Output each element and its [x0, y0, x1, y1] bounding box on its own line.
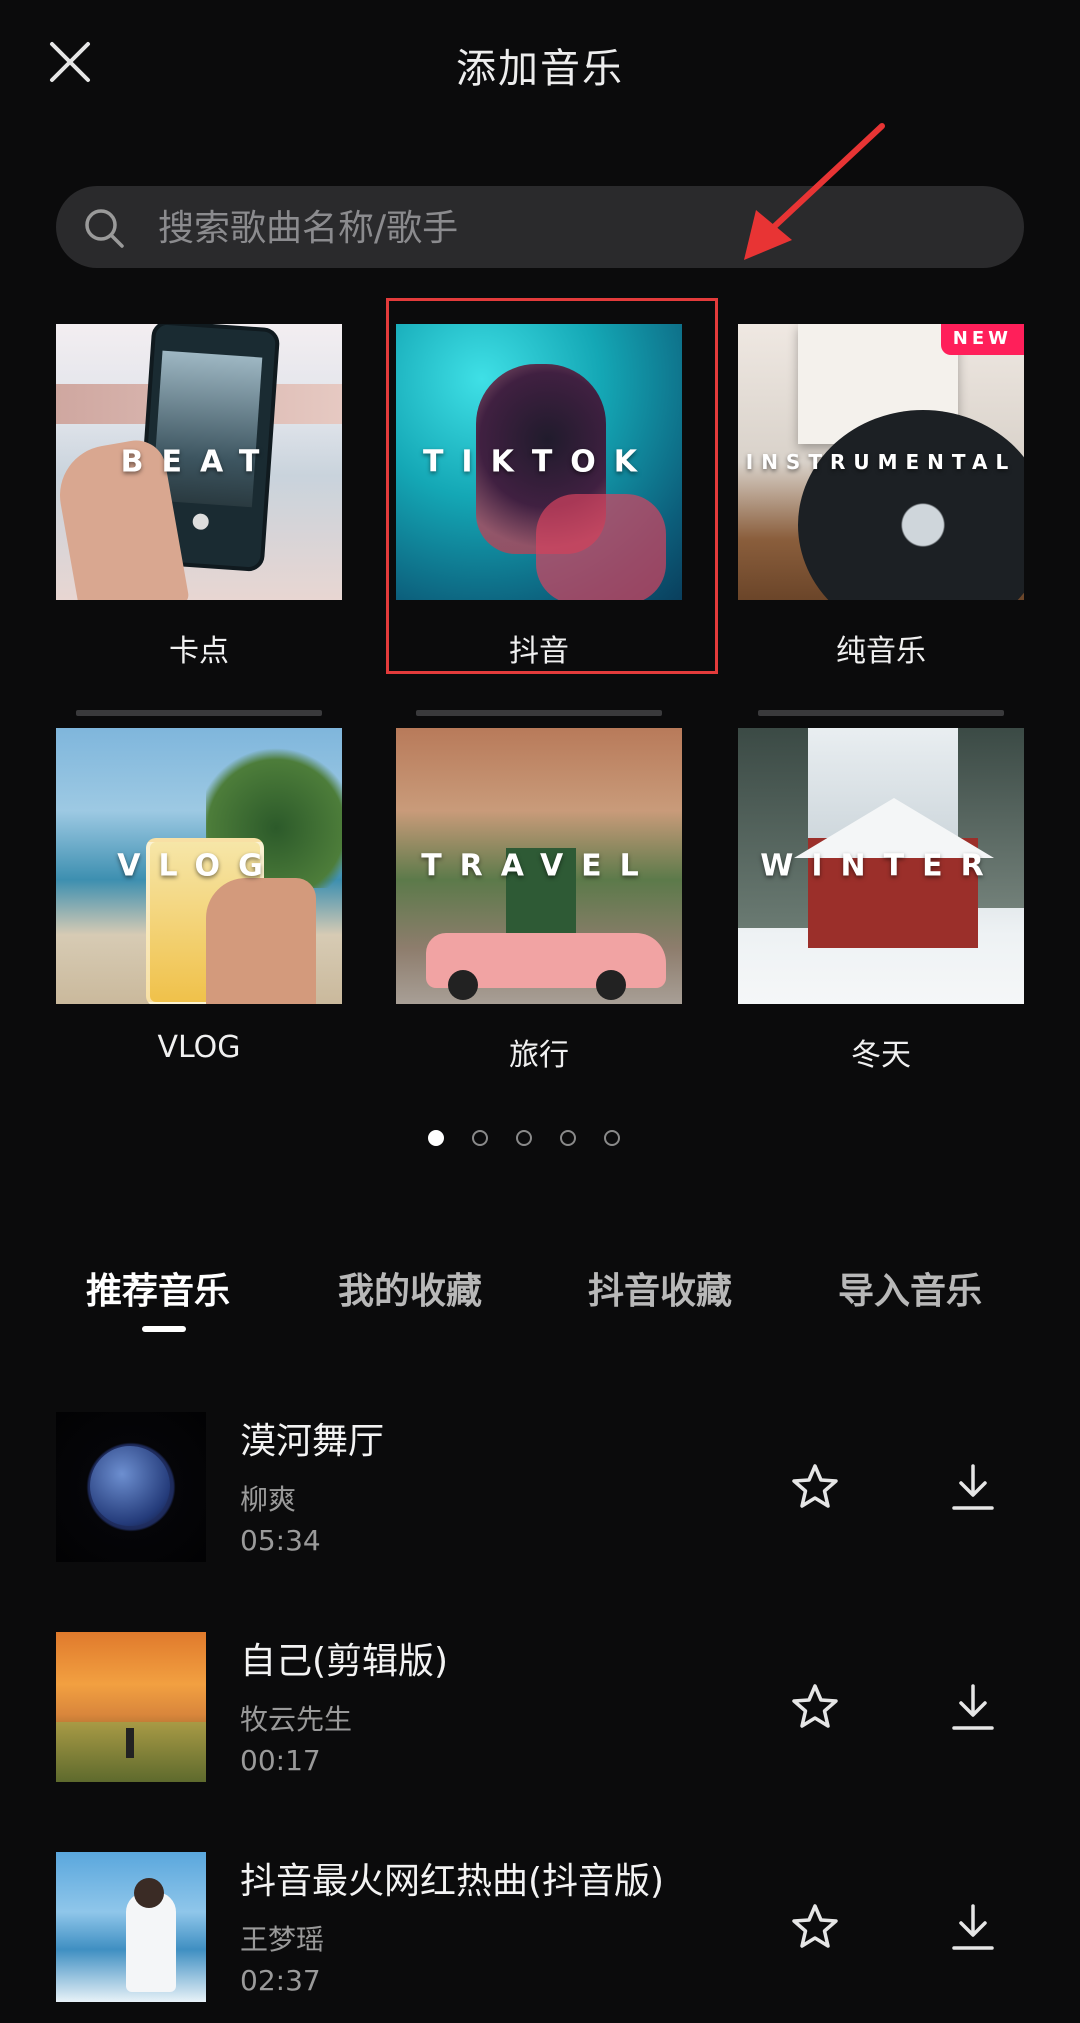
song-row[interactable]: 抖音最火网红热曲(抖音版) 王梦瑶 02:37 [0, 1852, 1080, 2002]
stack-edge [758, 710, 1004, 716]
tab-recommended[interactable]: 推荐音乐 [86, 1262, 230, 1314]
category-winter[interactable]: WINTER 冬天 [738, 728, 1024, 1074]
song-artist: 牧云先生 [240, 1703, 353, 1736]
song-title: 自己(剪辑版) [240, 1641, 449, 1682]
search-icon [85, 209, 124, 248]
pager-dot[interactable] [560, 1130, 576, 1146]
category-thumbnail: INSTRUMENTAL NEW [738, 324, 1024, 600]
song-title: 抖音最火网红热曲(抖音版) [240, 1861, 665, 1902]
category-label: 冬天 [851, 1038, 911, 1073]
category-overlay-text: WINTER [760, 848, 1002, 884]
stack-edge [76, 710, 322, 716]
song-duration: 05:34 [240, 1524, 321, 1557]
active-tab-indicator [142, 1326, 186, 1332]
category-overlay-text: VLOG [117, 848, 281, 884]
category-vlog[interactable]: VLOG VLOG [56, 728, 342, 1065]
category-label: 抖音 [509, 634, 569, 669]
category-thumbnail: WINTER [738, 728, 1024, 1004]
download-icon[interactable] [948, 1462, 998, 1512]
song-title: 漠河舞厅 [240, 1421, 385, 1462]
header: 添加音乐 [0, 0, 1080, 130]
song-duration: 00:17 [240, 1744, 321, 1777]
category-instrumental[interactable]: INSTRUMENTAL NEW 纯音乐 [738, 324, 1024, 670]
star-icon[interactable] [790, 1462, 840, 1512]
song-cover [56, 1852, 206, 2002]
category-label: 卡点 [169, 634, 229, 669]
song-row[interactable]: 漠河舞厅 柳爽 05:34 [0, 1412, 1080, 1562]
red-arrow-annotation [744, 123, 885, 260]
category-label: 纯音乐 [836, 634, 926, 669]
category-travel[interactable]: TRAVEL 旅行 [396, 728, 682, 1074]
category-label: 旅行 [509, 1038, 569, 1073]
category-overlay-text: INSTRUMENTAL [745, 450, 1017, 474]
tab-favorites[interactable]: 我的收藏 [338, 1262, 482, 1314]
song-cover [56, 1412, 206, 1562]
star-icon[interactable] [790, 1902, 840, 1952]
song-row[interactable]: 自己(剪辑版) 牧云先生 00:17 [0, 1632, 1080, 1782]
category-thumbnail: TIKTOK [396, 324, 682, 600]
song-cover [56, 1632, 206, 1782]
page-title: 添加音乐 [456, 46, 624, 92]
category-thumbnail: BEAT [56, 324, 342, 600]
pager-dot[interactable] [472, 1130, 488, 1146]
song-artist: 王梦瑶 [240, 1923, 325, 1956]
category-thumbnail: TRAVEL [396, 728, 682, 1004]
pager-dot[interactable] [604, 1130, 620, 1146]
category-beat[interactable]: BEAT 卡点 [56, 324, 342, 670]
song-duration: 02:37 [240, 1964, 321, 1997]
pager-dot[interactable] [428, 1130, 444, 1146]
new-badge: NEW [940, 324, 1024, 355]
star-icon[interactable] [790, 1682, 840, 1732]
download-icon[interactable] [948, 1902, 998, 1952]
pager-dots [0, 1130, 1080, 1154]
category-overlay-text: TIKTOK [422, 444, 656, 480]
song-artist: 柳爽 [240, 1483, 297, 1516]
category-overlay-text: TRAVEL [421, 848, 657, 884]
category-thumbnail: VLOG [56, 728, 342, 1004]
tab-import-music[interactable]: 导入音乐 [838, 1262, 982, 1314]
category-label: VLOG [157, 1030, 241, 1065]
category-overlay-text: BEAT [120, 444, 278, 480]
pager-dot[interactable] [516, 1130, 532, 1146]
music-tabs: 推荐音乐 我的收藏 抖音收藏 导入音乐 [0, 1262, 1080, 1342]
tab-douyin-favorites[interactable]: 抖音收藏 [588, 1262, 732, 1314]
category-tiktok[interactable]: TIKTOK 抖音 [396, 324, 682, 670]
stack-edge [416, 710, 662, 716]
download-icon[interactable] [948, 1682, 998, 1732]
